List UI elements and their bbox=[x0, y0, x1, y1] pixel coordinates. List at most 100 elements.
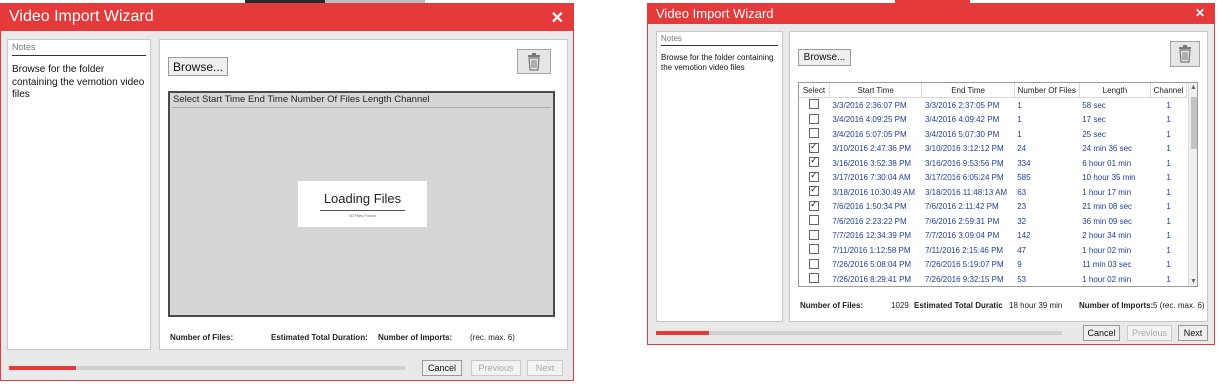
select-cell bbox=[799, 258, 829, 273]
table-row[interactable]: 7/6/2016 1:50:34 PM 7/6/2016 2:11:42 PM 23… bbox=[799, 199, 1187, 215]
previous-button[interactable]: Previous bbox=[1127, 325, 1172, 341]
checkbox-icon[interactable] bbox=[809, 170, 820, 182]
notes-title: Notes bbox=[661, 34, 682, 43]
imports-label: Number of Imports: bbox=[1079, 301, 1154, 310]
checkbox-icon[interactable] bbox=[809, 244, 820, 255]
column-header[interactable]: Length bbox=[1079, 83, 1152, 98]
select-cell bbox=[799, 98, 829, 113]
loading-title: Loading Files bbox=[323, 191, 402, 206]
channel-cell: 1 bbox=[1166, 202, 1171, 212]
start-time-cell: 7/7/2016 12:34:39 PM bbox=[832, 231, 912, 241]
table-row[interactable]: 7/26/2016 5:08:04 PM 7/26/2016 5:19:07 PM… bbox=[799, 258, 1187, 273]
length-cell: 10 hour 35 min bbox=[1082, 173, 1136, 183]
file-count-cell: 9 bbox=[1017, 260, 1022, 270]
end-time-cell: 3/18/2016 11:48:13 AM bbox=[924, 187, 1008, 197]
channel-cell: 1 bbox=[1166, 260, 1171, 270]
checkbox-icon[interactable] bbox=[809, 155, 820, 168]
channel-cell: 1 bbox=[1166, 216, 1171, 226]
channel-cell: 1 bbox=[1166, 274, 1171, 284]
table-row[interactable]: 3/18/2016 10:30:49 AM 3/18/2016 11:48:13 … bbox=[799, 184, 1187, 200]
table-row[interactable]: 3/3/2016 2:36:07 PM 3/3/2016 2:37:05 PM 1 5… bbox=[799, 98, 1187, 113]
scroll-down-icon[interactable]: ▼ bbox=[1190, 278, 1197, 285]
close-icon[interactable]: ✕ bbox=[1195, 6, 1205, 20]
end-time-cell: 3/10/2016 3:12:12 PM bbox=[924, 144, 1004, 154]
checkbox-icon[interactable] bbox=[809, 141, 820, 153]
table-row[interactable]: 7/7/2016 12:34:39 PM 7/7/2016 3:09:04 PM 1… bbox=[799, 229, 1187, 244]
length-cell: 6 hour 01 min bbox=[1082, 158, 1132, 168]
notes-title: Notes bbox=[12, 42, 36, 52]
start-time-cell: 3/3/2016 2:36:07 PM bbox=[832, 100, 907, 110]
select-cell bbox=[799, 272, 829, 286]
start-time-cell: 7/11/2016 1:12:58 PM bbox=[832, 245, 911, 255]
channel-cell: 1 bbox=[1166, 173, 1171, 183]
start-time-cell: 3/18/2016 10:30:49 AM bbox=[832, 187, 916, 197]
trash-icon[interactable] bbox=[1170, 41, 1200, 67]
table-header-row: Select Start Time End Time Number Of Files L… bbox=[799, 83, 1187, 98]
next-button[interactable]: Next bbox=[1178, 325, 1208, 341]
checkbox-icon[interactable] bbox=[809, 273, 820, 284]
progress-bar bbox=[656, 331, 1062, 335]
file-count-cell: 585 bbox=[1017, 173, 1031, 183]
select-cell bbox=[799, 214, 829, 229]
checkbox-icon[interactable] bbox=[809, 258, 820, 269]
main-panel: Browse... Select Start Time End Time Number… bbox=[789, 31, 1208, 322]
length-cell: 25 sec bbox=[1082, 129, 1106, 139]
channel-cell: 1 bbox=[1166, 115, 1171, 125]
channel-cell: 1 bbox=[1166, 231, 1171, 241]
length-cell: 21 min 08 sec bbox=[1082, 202, 1133, 212]
end-time-cell: 7/11/2016 2:15:46 PM bbox=[924, 245, 1004, 255]
checkbox-icon[interactable] bbox=[809, 215, 820, 226]
cancel-button[interactable]: Cancel bbox=[422, 360, 462, 376]
column-header[interactable]: Select bbox=[799, 83, 830, 98]
table-row[interactable]: 3/4/2016 5:07:05 PM 3/4/2016 5:07:30 PM 1 2… bbox=[799, 127, 1187, 142]
previous-button[interactable]: Previous bbox=[471, 360, 521, 376]
end-time-cell: 3/16/2016 9:53:56 PM bbox=[924, 158, 1004, 168]
start-time-cell: 3/4/2016 5:07:05 PM bbox=[832, 129, 907, 139]
column-header[interactable]: End Time bbox=[921, 83, 1015, 98]
end-time-cell: 7/6/2016 2:11:42 PM bbox=[924, 202, 999, 212]
scroll-up-icon[interactable]: ▲ bbox=[1190, 84, 1197, 91]
column-header[interactable]: Channel bbox=[1150, 83, 1187, 98]
checkbox-icon[interactable] bbox=[809, 199, 820, 211]
table-row[interactable]: 3/10/2016 2:47:36 PM 3/10/2016 3:12:12 PM… bbox=[799, 141, 1187, 157]
table-row[interactable]: 7/11/2016 1:12:58 PM 7/11/2016 2:15:46 PM… bbox=[799, 243, 1187, 258]
table-row[interactable]: 7/26/2016 8:29:41 PM 7/26/2016 9:32:15 PM… bbox=[799, 272, 1187, 286]
select-cell bbox=[799, 184, 829, 200]
start-time-cell: 3/10/2016 2:47:36 PM bbox=[832, 144, 912, 154]
next-button[interactable]: Next bbox=[527, 360, 563, 376]
checkbox-icon[interactable] bbox=[809, 113, 820, 124]
checkbox-icon[interactable] bbox=[809, 99, 820, 110]
files-value: 1029 bbox=[891, 301, 909, 310]
window-title: Video Import Wizard bbox=[9, 8, 154, 25]
close-icon[interactable]: ✕ bbox=[551, 8, 564, 28]
browse-button[interactable]: Browse... bbox=[168, 57, 228, 76]
trash-icon[interactable] bbox=[517, 49, 551, 74]
channel-cell: 1 bbox=[1166, 100, 1171, 110]
table-row[interactable]: 3/17/2016 7:30:04 AM 3/17/2016 6:05:24 PM… bbox=[799, 170, 1187, 186]
title-bar: Video Import Wizard ✕ bbox=[648, 4, 1214, 24]
start-time-cell: 3/16/2016 3:52:38 PM bbox=[832, 158, 912, 168]
vertical-scrollbar[interactable]: ▲ ▼ bbox=[1188, 83, 1197, 286]
file-table: Select Start Time End Time Number Of Files L… bbox=[799, 83, 1187, 286]
length-cell: 2 hour 34 min bbox=[1082, 231, 1132, 241]
length-cell: 17 sec bbox=[1082, 115, 1106, 125]
imports-label: Number of Imports: bbox=[378, 333, 453, 342]
table-row[interactable]: 3/16/2016 3:52:38 PM 3/16/2016 9:53:56 PM… bbox=[799, 155, 1187, 171]
progress-bar bbox=[9, 366, 405, 370]
start-time-cell: 7/6/2016 1:50:34 PM bbox=[832, 202, 907, 212]
table-row[interactable]: 7/6/2016 2:23:22 PM 7/6/2016 2:59:31 PM 32… bbox=[799, 214, 1187, 229]
cancel-button[interactable]: Cancel bbox=[1083, 325, 1120, 341]
column-header[interactable]: Number Of Files bbox=[1014, 83, 1080, 98]
checkbox-icon[interactable] bbox=[809, 128, 820, 139]
checkbox-icon[interactable] bbox=[809, 184, 820, 197]
table-row[interactable]: 3/4/2016 4:09:25 PM 3/4/2016 4:09:42 PM 1 1… bbox=[799, 113, 1187, 128]
length-cell: 58 sec bbox=[1082, 100, 1106, 110]
column-header[interactable]: Start Time bbox=[829, 83, 923, 98]
browse-button[interactable]: Browse... bbox=[798, 49, 851, 66]
length-cell: 1 hour 02 min bbox=[1082, 274, 1132, 284]
progress-fill bbox=[656, 331, 709, 335]
checkbox-icon[interactable] bbox=[809, 229, 820, 240]
select-cell bbox=[799, 127, 829, 142]
scrollbar-thumb[interactable] bbox=[1191, 97, 1197, 149]
length-cell: 24 min 36 sec bbox=[1082, 144, 1133, 154]
